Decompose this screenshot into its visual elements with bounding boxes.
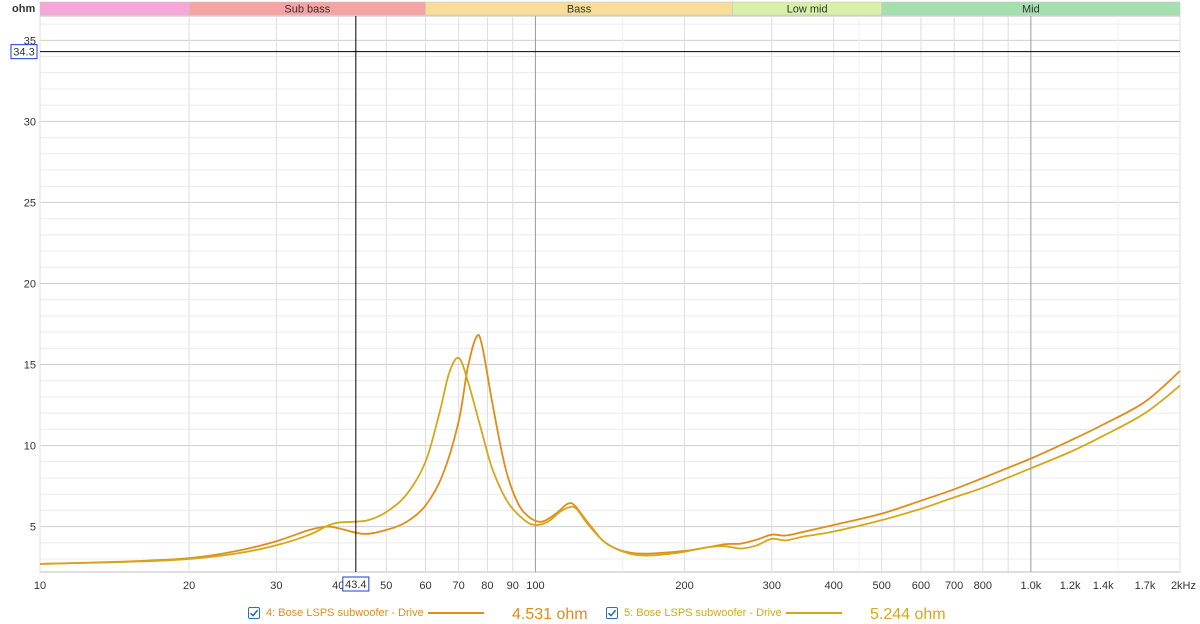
x-tick-label: 1.2k bbox=[1060, 580, 1081, 592]
checkmark-icon bbox=[249, 609, 259, 617]
x-tick-label: 200 bbox=[675, 580, 693, 592]
band-label-2: Bass bbox=[567, 4, 592, 16]
x-tick-label: 600 bbox=[912, 580, 930, 592]
y-tick-label: 10 bbox=[24, 441, 36, 453]
x-tick-label: 400 bbox=[825, 580, 843, 592]
legend-item-series-1[interactable]: 4: Bose LSPS subwoofer - Drive bbox=[248, 604, 484, 622]
x-tick-label: 60 bbox=[419, 580, 431, 592]
x-tick-label: 10 bbox=[34, 580, 46, 592]
series-1-swatch bbox=[427, 612, 484, 614]
x-tick-label: 90 bbox=[507, 580, 519, 592]
band-0 bbox=[39, 1, 190, 16]
grid-lines bbox=[39, 15, 1181, 573]
x-tick-label: 20 bbox=[183, 580, 195, 592]
band-label-1: Sub bass bbox=[284, 4, 330, 16]
x-tick-label: 1.0k bbox=[1020, 580, 1041, 592]
x-tick-label: 2kHz bbox=[1171, 580, 1196, 592]
series-2-swatch bbox=[785, 612, 842, 614]
series-1-checkbox[interactable] bbox=[248, 607, 260, 619]
cursor-x-readout: 43.4 bbox=[345, 579, 366, 591]
x-tick-labels: 10 20 30 40 50 60 70 80 90 100 200 300 400 500 600 700 8… bbox=[34, 580, 1196, 592]
x-tick-label: 300 bbox=[763, 580, 781, 592]
y-tick-labels: 5101520253035 bbox=[24, 35, 36, 533]
impedance-chart[interactable]: Sub bass Bass Low mid Mid ohm 5101520253035… bbox=[0, 0, 1200, 624]
cursor-y-readout: 34.3 bbox=[13, 47, 34, 59]
y-tick-label: 30 bbox=[24, 116, 36, 128]
x-tick-label: 80 bbox=[481, 580, 493, 592]
checkmark-icon bbox=[607, 609, 617, 617]
y-tick-label: 25 bbox=[24, 197, 36, 209]
x-tick-label: 500 bbox=[873, 580, 891, 592]
x-tick-label: 800 bbox=[974, 580, 992, 592]
x-tick-label: 30 bbox=[270, 580, 282, 592]
series-1-label: 4: Bose LSPS subwoofer - Drive bbox=[266, 607, 424, 619]
x-tick-label: 100 bbox=[526, 580, 544, 592]
series-1-value: 4.531 ohm bbox=[512, 606, 588, 623]
series-2-label: 5: Bose LSPS subwoofer - Drive bbox=[624, 607, 782, 619]
x-tick-label: 1.7k bbox=[1135, 580, 1156, 592]
band-label-3: Low mid bbox=[787, 4, 828, 16]
y-tick-label: 5 bbox=[30, 522, 36, 534]
y-tick-label: 15 bbox=[24, 360, 36, 372]
y-unit-label: ohm bbox=[12, 3, 35, 15]
plot-area bbox=[39, 15, 1181, 573]
band-label-4: Mid bbox=[1022, 4, 1040, 16]
y-tick-label: 20 bbox=[24, 278, 36, 290]
x-tick-label: 70 bbox=[453, 580, 465, 592]
x-tick-label: 50 bbox=[380, 580, 392, 592]
series-2-value: 5.244 ohm bbox=[870, 606, 946, 623]
x-tick-label: 700 bbox=[945, 580, 963, 592]
legend-item-series-2[interactable]: 5: Bose LSPS subwoofer - Drive bbox=[606, 604, 842, 622]
series-2-checkbox[interactable] bbox=[606, 607, 618, 619]
x-tick-label: 1.4k bbox=[1093, 580, 1114, 592]
frequency-bands: Sub bass Bass Low mid Mid bbox=[39, 1, 1181, 16]
